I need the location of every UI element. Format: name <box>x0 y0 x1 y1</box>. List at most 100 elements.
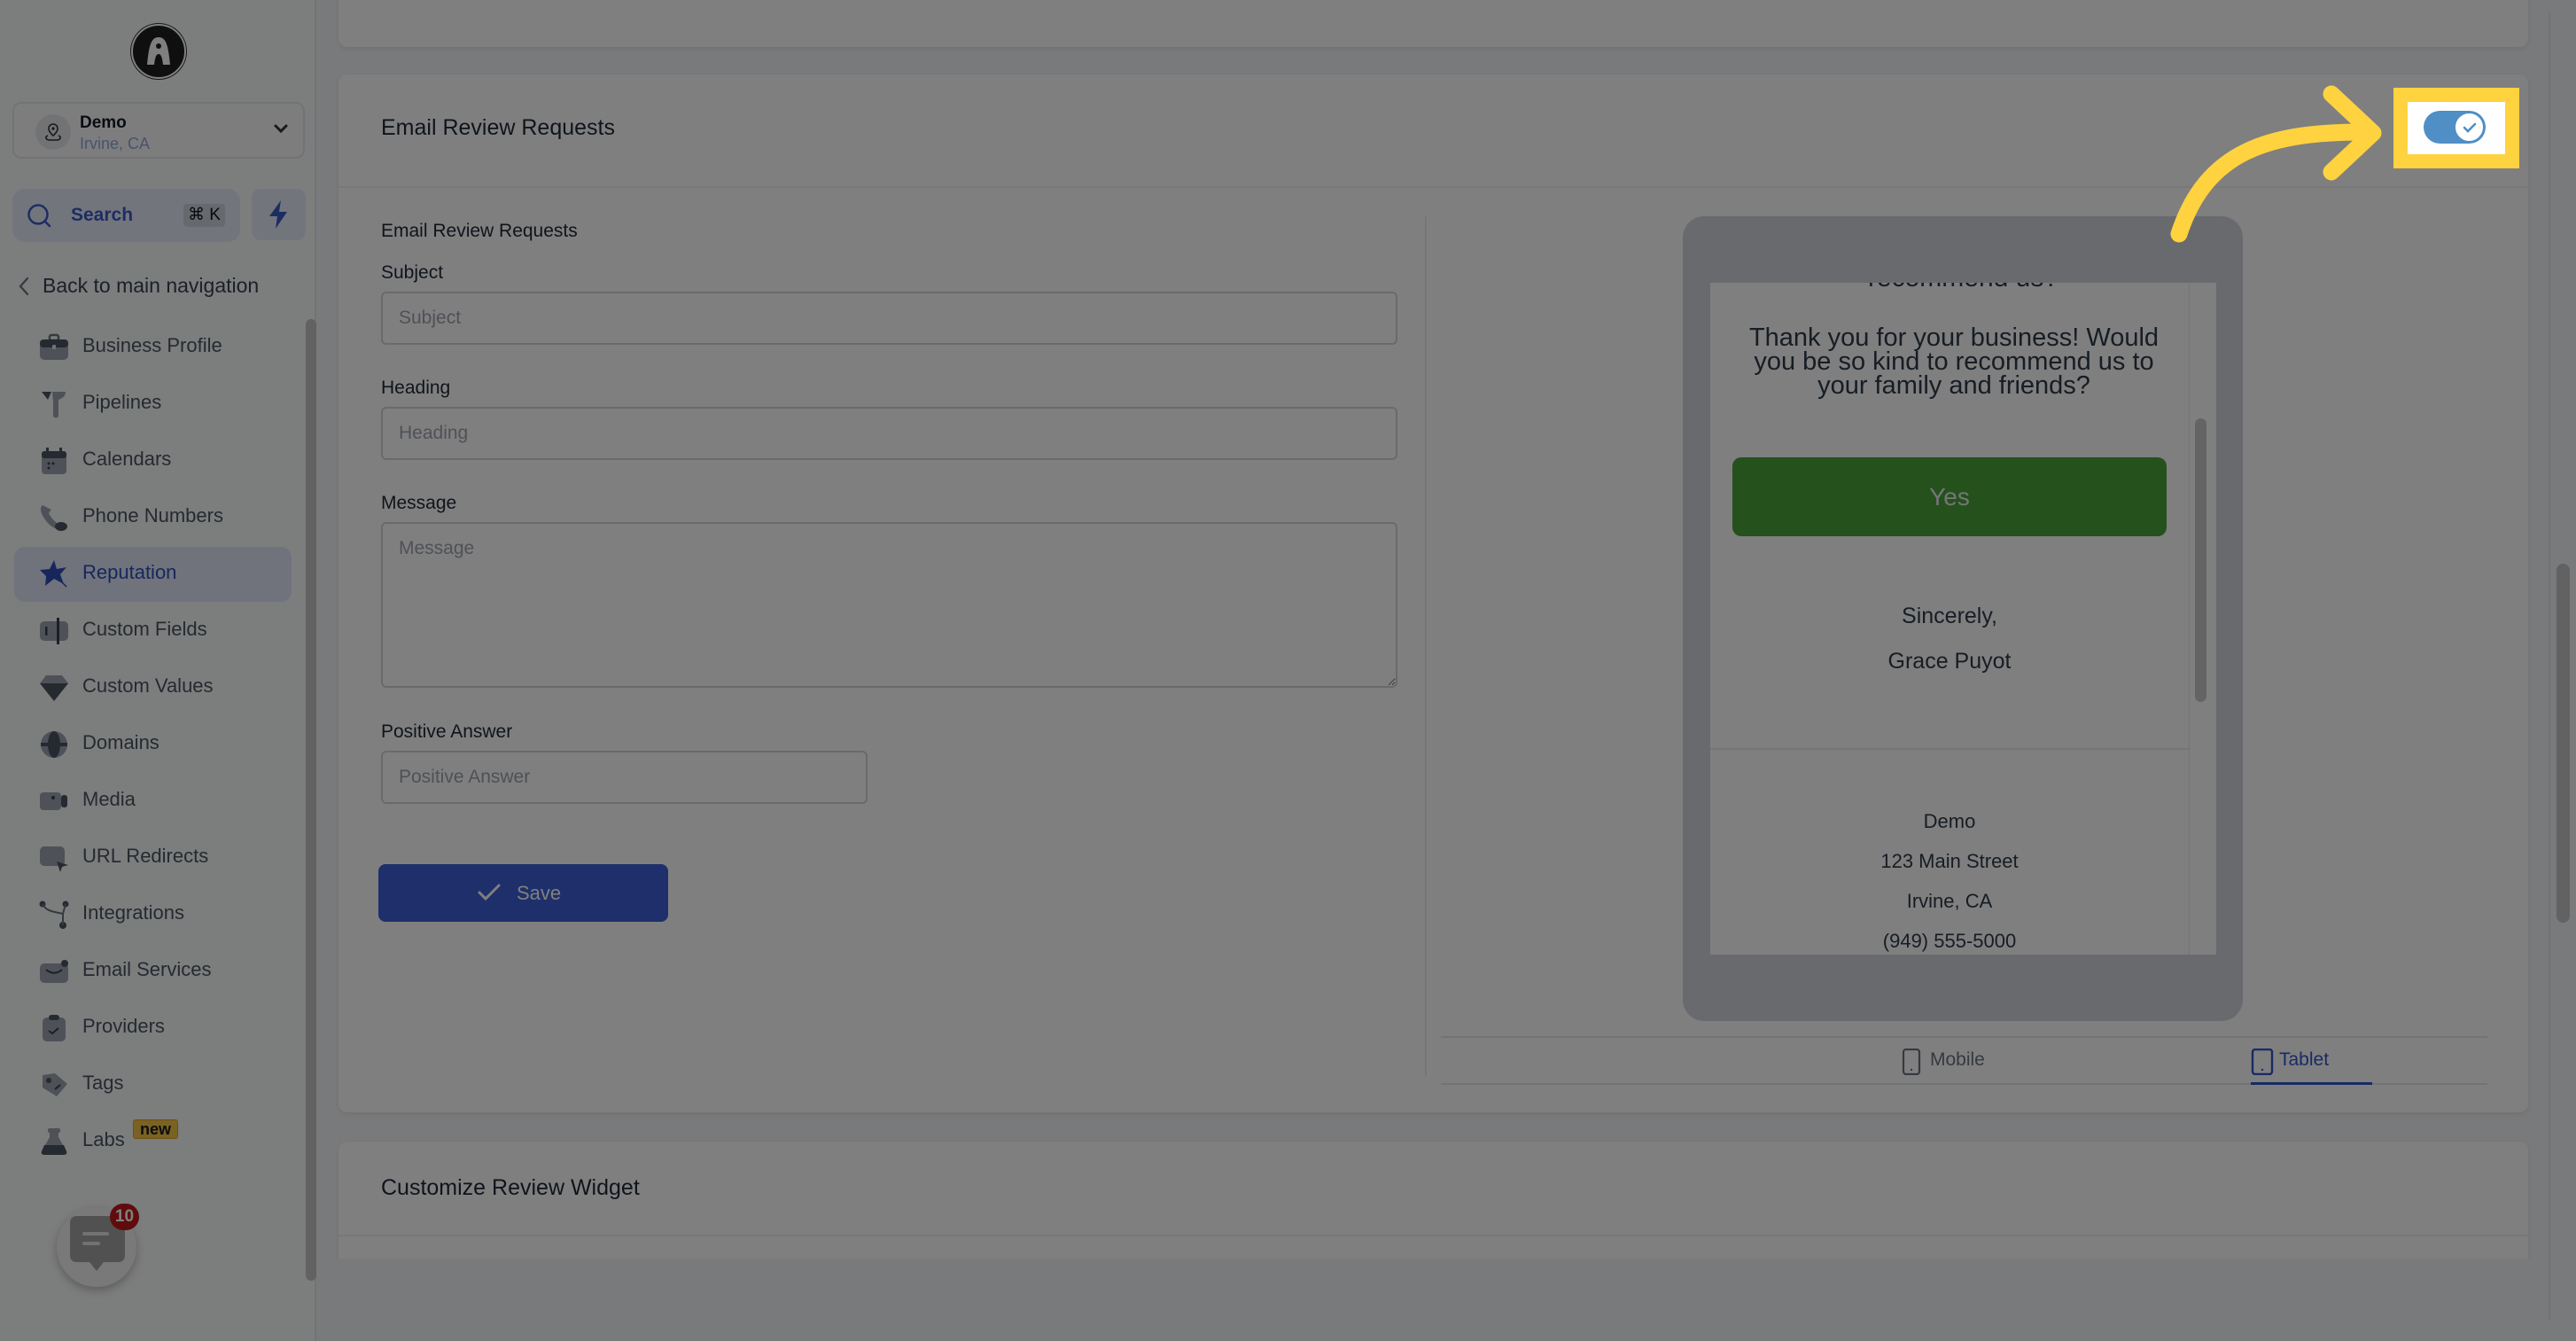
tab-label: Tablet <box>2279 1049 2330 1070</box>
search-label: Search <box>71 205 134 225</box>
sidebar-item-url-redirects[interactable]: URL Redirects <box>14 830 292 885</box>
preview-business-city: Irvine, CA <box>1906 890 1993 912</box>
message-textarea[interactable] <box>381 522 1397 688</box>
page-background <box>318 1259 2576 1341</box>
check-icon <box>2463 122 2477 133</box>
sidebar-item-label: Media <box>82 788 136 810</box>
subject-label: Subject <box>381 262 444 283</box>
sidebar-item-label: Providers <box>82 1015 165 1037</box>
form-section-title: Email Review Requests <box>381 221 578 241</box>
preview-signer: Grace Puyot <box>1887 649 2012 674</box>
sidebar-item-label: Labs <box>82 1128 125 1150</box>
sidebar-item-label: Pipelines <box>82 391 162 413</box>
custom-fields-icon <box>40 618 68 644</box>
heading-label: Heading <box>381 378 451 398</box>
card-title: Email Review Requests <box>381 115 615 140</box>
sidebar-item-custom-values[interactable]: Custom Values <box>14 660 292 715</box>
location-switcher[interactable]: Demo Irvine, CA <box>12 102 305 159</box>
divider <box>1710 748 2189 750</box>
preview-message: Thank you for your business! Would you b… <box>1748 324 2160 400</box>
email-preview: recommend us? Thank you for your busines… <box>1710 283 2216 955</box>
previous-settings-card <box>339 0 2528 47</box>
sidebar-item-label: Business Profile <box>82 334 222 356</box>
sidebar-item-custom-fields[interactable]: Custom Fields <box>14 604 292 659</box>
location-name: Demo <box>80 113 127 132</box>
lightning-bolt-icon <box>269 200 287 229</box>
sidebar-scrollbar[interactable] <box>306 319 316 1281</box>
email-review-requests-toggle[interactable] <box>2424 111 2486 144</box>
sidebar-item-media[interactable]: Media <box>14 774 292 829</box>
sidebar-item-integrations[interactable]: Integrations <box>14 887 292 942</box>
sidebar-item-providers[interactable]: Providers <box>14 1001 292 1056</box>
divider <box>1425 216 1427 1076</box>
search-shortcut: ⌘ K <box>183 204 225 227</box>
app-logo[interactable] <box>131 24 186 79</box>
globe-icon <box>41 731 67 758</box>
sidebar-item-calendars[interactable]: Calendars <box>14 433 292 488</box>
integrations-icon <box>39 900 69 929</box>
preview-business-phone: (949) 555-5000 <box>1882 930 2017 952</box>
heading-input[interactable] <box>381 407 1397 460</box>
card-title: Customize Review Widget <box>381 1175 640 1200</box>
save-button-label: Save <box>517 882 562 904</box>
divider <box>339 186 2528 188</box>
preview-heading: recommend us? <box>1710 283 2216 293</box>
toggle-knob <box>2455 113 2484 142</box>
back-nav-label: Back to main navigation <box>43 274 260 297</box>
sidebar-item-label: Custom Values <box>82 674 214 697</box>
sidebar-item-reputation[interactable]: Reputation <box>14 547 292 602</box>
new-badge: new <box>133 1119 179 1139</box>
tablet-icon <box>2251 1049 2274 1075</box>
sidebar-item-email-services[interactable]: Email Services <box>14 944 292 999</box>
sidebar-item-label: URL Redirects <box>82 845 209 867</box>
funnel-icon <box>42 392 66 418</box>
divider <box>2189 283 2190 955</box>
divider <box>339 1235 2528 1236</box>
sidebar-item-business-profile[interactable]: Business Profile <box>14 320 292 375</box>
sidebar-item-label: Phone Numbers <box>82 504 223 526</box>
flask-icon <box>41 1128 67 1155</box>
main-scrollbar[interactable] <box>2557 564 2570 923</box>
preview-business-name: Demo <box>1923 810 1976 832</box>
phone-icon <box>40 505 67 531</box>
email-review-requests-card: Email Review Requests Email Review Reque… <box>339 74 2528 1112</box>
preview-scrollbar[interactable] <box>2195 418 2206 702</box>
email-icon <box>40 960 68 983</box>
sidebar-item-label: Integrations <box>82 901 184 924</box>
star-icon <box>40 560 67 588</box>
subject-input[interactable] <box>381 292 1397 345</box>
preview-business-address: 123 Main Street <box>1880 850 2019 872</box>
map-pin-icon <box>45 123 61 141</box>
sidebar-item-label: Custom Fields <box>82 618 207 640</box>
sidebar-item-tags[interactable]: Tags <box>14 1057 292 1112</box>
sidebar-item-pipelines[interactable]: Pipelines <box>14 377 292 432</box>
clipboard-check-icon <box>43 1015 66 1041</box>
logo-a-icon <box>147 37 170 65</box>
sidebar-item-phone-numbers[interactable]: Phone Numbers <box>14 490 292 545</box>
save-button[interactable]: Save <box>378 864 668 922</box>
sidebar: Demo Irvine, CA Search ⌘ K Back to main … <box>0 0 316 1341</box>
highlight-box <box>2393 88 2519 168</box>
sidebar-item-domains[interactable]: Domains <box>14 717 292 772</box>
chevron-down-icon <box>274 124 288 134</box>
location-city: Irvine, CA <box>80 135 151 152</box>
sidebar-item-label: Email Services <box>82 958 212 980</box>
diamond-icon <box>40 675 68 701</box>
tablet-preview-frame: recommend us? Thank you for your busines… <box>1683 216 2243 1021</box>
sidebar-item-label: Tags <box>82 1072 124 1094</box>
video-camera-icon <box>40 792 67 810</box>
positive-answer-label: Positive Answer <box>381 721 513 742</box>
search-icon <box>27 204 51 228</box>
sidebar-item-label: Reputation <box>82 561 177 583</box>
sidebar-item-label: Calendars <box>82 448 172 470</box>
tag-icon <box>43 1073 67 1096</box>
active-tab-indicator <box>2251 1082 2372 1085</box>
positive-answer-input[interactable] <box>381 751 868 804</box>
quick-actions-button[interactable] <box>252 189 306 240</box>
location-avatar <box>35 114 71 150</box>
sidebar-item-label: Domains <box>82 731 160 753</box>
preview-yes-button[interactable]: Yes <box>1732 457 2167 536</box>
search-button[interactable]: Search ⌘ K <box>12 189 240 242</box>
preview-closing: Sincerely, <box>1902 604 1997 628</box>
calendar-icon <box>42 448 66 474</box>
